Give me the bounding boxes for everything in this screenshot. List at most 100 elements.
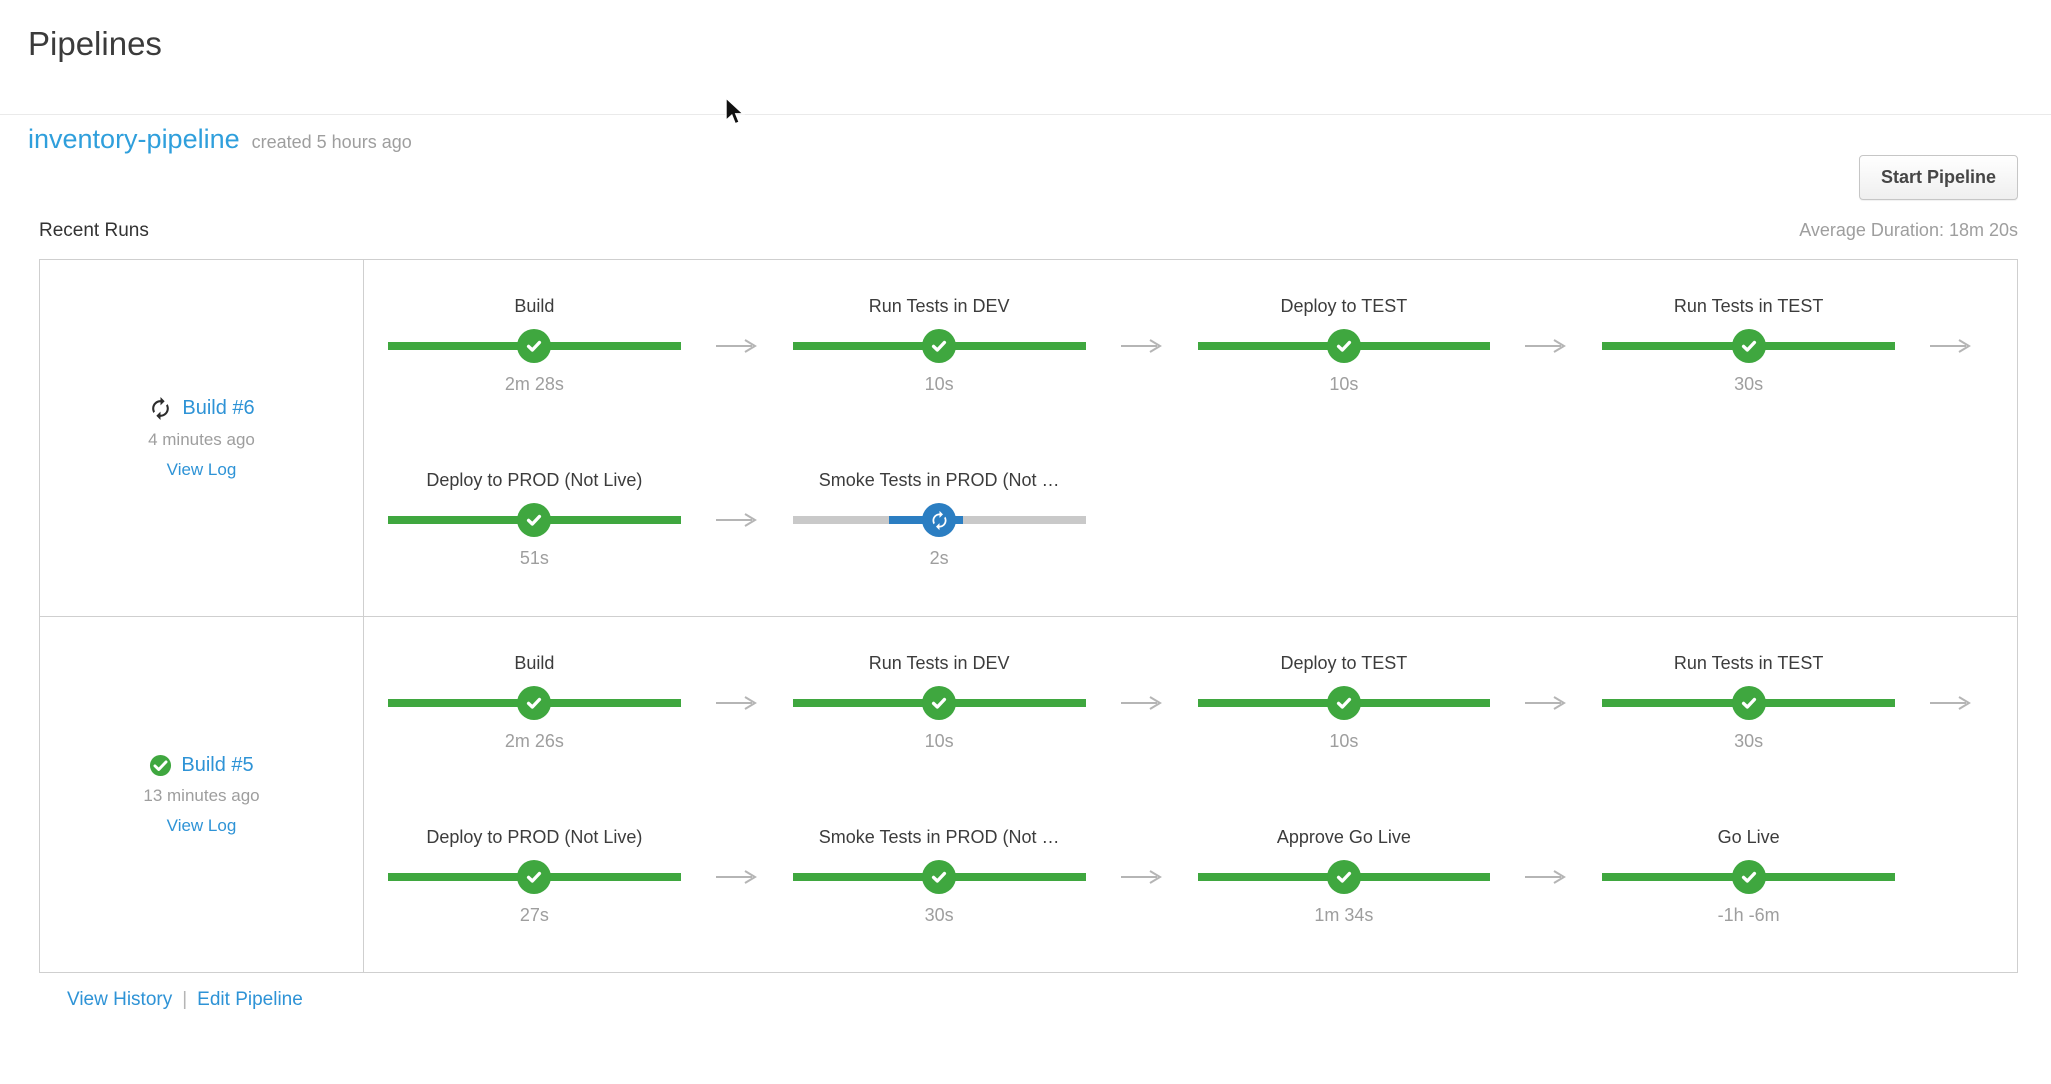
- stage-progress-bar: [792, 502, 1086, 538]
- stage-progress-bar: [792, 859, 1086, 895]
- stage-duration-label: 30s: [1734, 374, 1764, 394]
- arrow-right-icon: [1525, 339, 1567, 353]
- pipeline-stage: Build 2m 28s: [388, 294, 681, 396]
- footer-links: View History | Edit Pipeline: [67, 989, 2018, 1011]
- stage-arrow: [1490, 338, 1602, 354]
- pipeline-title-row: inventory-pipeline created 5 hours ago: [28, 121, 2018, 160]
- run-time-label: 13 minutes ago: [143, 785, 260, 805]
- stage-arrow: [1895, 695, 2007, 711]
- stage-arrow: [1086, 869, 1198, 885]
- check-icon: [932, 697, 947, 709]
- stage-progress-bar: [1197, 328, 1491, 364]
- pipeline-stage: Smoke Tests in PROD (Not … 30s: [792, 825, 1086, 927]
- run-status-line: Build #5: [149, 754, 254, 777]
- stage-duration-label: 51s: [519, 548, 549, 568]
- pipeline-stage: Run Tests in TEST 30s: [1602, 294, 1895, 396]
- check-icon: [527, 871, 542, 883]
- stage-status-circle: [517, 860, 552, 894]
- pipeline-stage: Deploy to TEST 10s: [1197, 651, 1491, 753]
- stage-duration-label: 27s: [519, 905, 549, 925]
- stage-duration-label: 30s: [1734, 731, 1764, 751]
- view-history-link[interactable]: View History: [67, 989, 172, 1010]
- stage-line: Deploy to PROD (Not Live) 51s Smoke Test…: [388, 468, 2007, 570]
- check-icon: [1336, 697, 1351, 709]
- pipeline-name-link[interactable]: inventory-pipeline: [28, 121, 240, 157]
- page-header: Pipelines: [0, 0, 2051, 115]
- stage-name-label: Build: [514, 653, 555, 673]
- stage-arrow: [681, 695, 793, 711]
- arrow-right-icon: [715, 696, 757, 710]
- stage-status-circle: [1731, 686, 1766, 720]
- check-icon: [932, 340, 947, 352]
- stage-progress-bar: [388, 328, 681, 364]
- build-link[interactable]: Build #6: [182, 397, 254, 420]
- arrow-right-icon: [1120, 339, 1162, 353]
- stage-status-circle: [1731, 329, 1766, 363]
- stage-duration-label: 10s: [924, 731, 954, 751]
- check-icon: [1336, 340, 1351, 352]
- build-link[interactable]: Build #5: [181, 754, 253, 777]
- pipeline-stage: Deploy to PROD (Not Live) 27s: [388, 825, 681, 927]
- stage-name-label: Go Live: [1717, 827, 1780, 847]
- pipeline-stage: Smoke Tests in PROD (Not … 2s: [792, 468, 1086, 570]
- stage-status-circle: [517, 503, 552, 537]
- edit-pipeline-link[interactable]: Edit Pipeline: [197, 989, 303, 1010]
- stage-arrow: [1490, 695, 1602, 711]
- pipeline-stage: Build 2m 26s: [388, 651, 681, 753]
- stage-name-label: Approve Go Live: [1276, 827, 1411, 847]
- stage-progress-bar: [1197, 685, 1491, 721]
- stage-name-label: Smoke Tests in PROD (Not …: [818, 827, 1060, 847]
- meta-row: Recent Runs Average Duration: 18m 20s: [39, 220, 2018, 242]
- stage-arrow: [1086, 338, 1198, 354]
- pipeline-stage: Deploy to PROD (Not Live) 51s: [388, 468, 681, 570]
- stage-status-circle: [1326, 686, 1361, 720]
- stage-progress-bar: [388, 502, 681, 538]
- run-info-cell: Build #6 4 minutes ago View Log: [40, 260, 364, 616]
- stage-progress-bar: [1602, 328, 1895, 364]
- stage-name-label: Run Tests in DEV: [868, 296, 1010, 316]
- stage-status-circle: [922, 329, 957, 363]
- arrow-right-icon: [1525, 870, 1567, 884]
- pipeline-stage: Run Tests in TEST 30s: [1602, 651, 1895, 753]
- check-icon: [527, 514, 542, 526]
- stage-status-circle: [1731, 860, 1766, 894]
- stage-duration-label: -1h -6m: [1717, 905, 1780, 925]
- stage-status-circle: [1326, 329, 1361, 363]
- arrow-right-icon: [715, 513, 757, 527]
- stage-arrow: [1086, 695, 1198, 711]
- run-time-label: 4 minutes ago: [148, 430, 255, 449]
- sync-icon: [152, 397, 170, 420]
- stage-progress-bar: [1602, 685, 1895, 721]
- pipeline-stage: Go Live -1h -6m: [1602, 825, 1895, 927]
- stage-name-label: Deploy to TEST: [1280, 296, 1408, 316]
- stage-arrow: [681, 338, 793, 354]
- arrow-right-icon: [1525, 696, 1567, 710]
- stage-status-circle: [922, 503, 957, 537]
- stage-duration-label: 2m 26s: [504, 731, 564, 751]
- stage-progress-bar: [388, 685, 681, 721]
- view-log-link[interactable]: View Log: [167, 816, 237, 836]
- run-stages-cell: Build 2m 28s Run Tests in DEV 10s Deploy…: [364, 260, 2017, 616]
- pipeline-stage: Run Tests in DEV 10s: [792, 294, 1086, 396]
- stage-line: Build 2m 26s Run Tests in DEV 10s Deploy…: [388, 651, 2007, 753]
- stage-line: Build 2m 28s Run Tests in DEV 10s Deploy…: [388, 294, 2007, 396]
- stage-status-circle: [517, 329, 552, 363]
- stage-name-label: Deploy to PROD (Not Live): [426, 827, 643, 847]
- stage-line: Deploy to PROD (Not Live) 27s Smoke Test…: [388, 825, 2007, 927]
- stage-status-circle: [922, 686, 957, 720]
- stage-status-circle: [517, 686, 552, 720]
- start-pipeline-button[interactable]: Start Pipeline: [1858, 155, 2018, 200]
- arrow-right-icon: [1120, 696, 1162, 710]
- pipeline-stage: Run Tests in DEV 10s: [792, 651, 1086, 753]
- page-title: Pipelines: [28, 25, 162, 62]
- stage-duration-label: 30s: [924, 905, 954, 925]
- stage-name-label: Build: [514, 296, 555, 316]
- check-icon: [1741, 697, 1756, 709]
- stage-progress-bar: [388, 859, 681, 895]
- stage-name-label: Run Tests in TEST: [1673, 296, 1824, 316]
- check-icon: [1741, 340, 1756, 352]
- check-icon: [932, 871, 947, 883]
- stage-progress-bar: [792, 328, 1086, 364]
- pipeline-stage: Deploy to TEST 10s: [1197, 294, 1491, 396]
- view-log-link[interactable]: View Log: [167, 460, 237, 480]
